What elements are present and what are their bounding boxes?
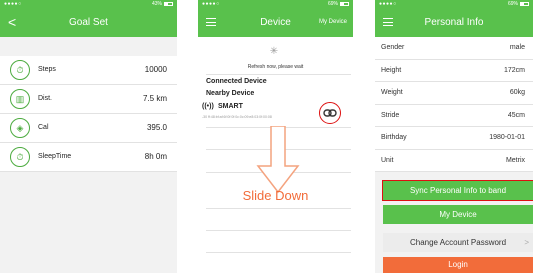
chain-link-icon [323,109,337,117]
page-title: Personal Info [424,17,484,28]
device-name: SMART [218,103,243,110]
goal-label: Steps [38,66,56,73]
goal-set-screen: ●●●●○ 43% < Goal Set ⏱ Steps 10000 ▥ Dis… [0,0,177,273]
stopwatch-icon: ⏱ [10,60,30,80]
info-row-stride[interactable]: Stride 45cm [375,104,533,127]
info-row-weight[interactable]: Weight 60kg [375,82,533,105]
info-label: Birthday [381,134,407,141]
goal-value: 395.0 [146,123,167,132]
bluetooth-signal-icon: ((•)) [202,103,214,110]
goal-value: 10000 [144,65,167,74]
connect-link-icon[interactable] [319,102,341,124]
battery-icon [520,1,529,6]
change-password-label: Change Account Password [409,238,507,247]
info-label: Weight [381,89,403,96]
goal-row-distance[interactable]: ▥ Dist. 7.5 km [0,85,177,114]
divider [206,252,351,253]
info-value: 45cm [507,111,525,119]
my-device-button[interactable]: My Device [383,205,533,224]
info-row-birthday[interactable]: Birthday 1980-01-01 [375,127,533,150]
divider [206,74,351,75]
info-value: Metrix [505,156,525,164]
sync-personal-info-button[interactable]: Sync Personal Info to band [382,180,533,201]
info-label: Gender [381,44,405,51]
device-screen: ●●●●○ 69% Device My Device ✳ Refresh now… [198,0,353,273]
stopwatch-icon: ⏱ [10,147,30,167]
signal-indicator: ●●●●○ [379,1,397,7]
info-label: Stride [381,111,400,119]
info-row-gender[interactable]: Gender male [375,37,533,60]
login-button[interactable]: Login [383,257,533,273]
battery-icon [340,1,349,6]
status-bar: ●●●●○ 43% [0,0,177,9]
info-row-height[interactable]: Height 172cm [375,59,533,82]
battery-level: 69% [327,1,338,7]
flame-icon: ◈ [10,118,30,138]
personal-info-list: Gender male Height 172cm Weight 60kg Str… [375,37,533,172]
goal-label: Cal [38,124,49,131]
goal-label: SleepTime [38,153,72,160]
goal-label: Dist. [38,95,52,102]
connected-device-header: Connected Device [206,78,267,85]
goal-value: 8h 0m [144,152,167,161]
loading-spinner-icon: ✳ [269,46,279,57]
divider [206,208,351,209]
info-row-unit[interactable]: Unit Metrix [375,149,533,172]
info-value: 60kg [509,89,525,96]
battery-indicator: 69% [328,1,349,7]
info-value: 172cm [503,66,525,74]
battery-level: 69% [507,1,518,7]
battery-icon [164,1,173,6]
signal-indicator: ●●●●○ [4,1,22,7]
status-bar: ●●●●○ 69% [375,0,533,9]
battery-indicator: 69% [508,1,529,7]
status-bar: ●●●●○ 69% [198,0,353,9]
info-value: male [509,44,525,51]
slide-down-hint: Slide Down [242,188,309,203]
refresh-status-text: Refresh now, please wait [247,64,304,70]
my-device-link[interactable]: My Device [319,19,347,25]
device-mac-address: -30 ff:48:bf:af:6f:0f:0f:0c:0c:09:e8:03:… [202,115,272,119]
ruler-icon: ▥ [10,89,30,109]
nav-bar: Personal Info [375,9,533,37]
battery-indicator: 43% [152,1,173,7]
change-password-button[interactable]: Change Account Password > [383,233,533,252]
nearby-device-header: Nearby Device [206,90,255,97]
divider [206,230,351,231]
goal-row-steps[interactable]: ⏱ Steps 10000 [0,56,177,85]
page-title: Goal Set [69,17,108,28]
goal-value: 7.5 km [142,94,167,103]
down-arrow-icon [256,126,300,194]
battery-level: 43% [151,1,162,7]
goal-list: ⏱ Steps 10000 ▥ Dist. 7.5 km ◈ Cal 395.0… [0,56,177,172]
personal-info-screen: ●●●●○ 69% Personal Info Gender male Heig… [375,0,533,273]
nav-bar: Device My Device [198,9,353,37]
info-label: Height [381,66,402,74]
info-value: 1980-01-01 [489,134,525,141]
signal-indicator: ●●●●○ [202,1,220,7]
goal-row-calories[interactable]: ◈ Cal 395.0 [0,114,177,143]
goal-row-sleep[interactable]: ⏱ SleepTime 8h 0m [0,143,177,172]
nav-bar: < Goal Set [0,9,177,37]
chevron-right-icon: > [524,238,529,247]
info-label: Unit [381,156,394,164]
